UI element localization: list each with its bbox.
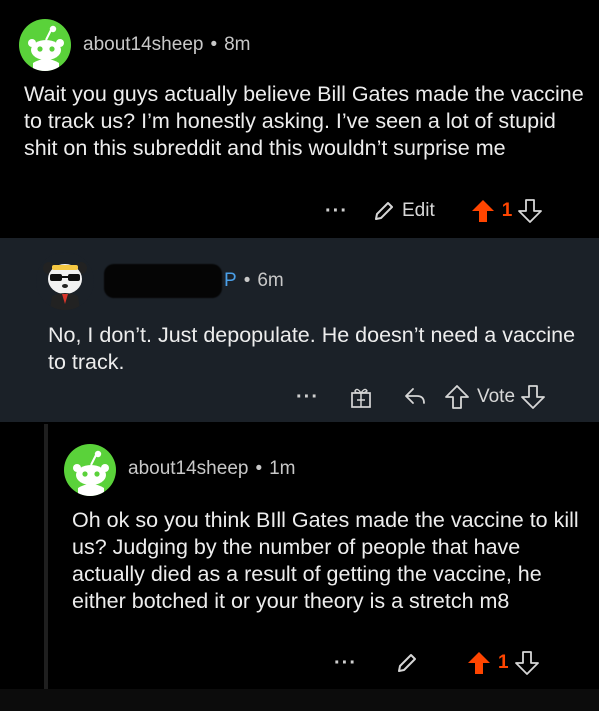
comment-2: P • 6m No, I don’t. Just depopulate. He do… [0,238,599,422]
comment-actions: ··· Vote [296,384,545,410]
snoo-avatar-icon [28,25,64,71]
thread-line[interactable] [44,424,48,689]
downvote-icon[interactable] [521,384,545,410]
user-avatar[interactable] [64,444,116,496]
redacted-username [104,264,222,298]
username[interactable]: about14sheep [83,34,203,55]
comment-meta: about14sheep • 8m [83,34,251,56]
username[interactable]: about14sheep [128,458,248,479]
comment-meta: P • 6m [104,264,284,298]
meta-separator: • [243,270,251,292]
user-avatar[interactable] [36,252,94,310]
comment-body: No, I don’t. Just depopulate. He doesn’t… [48,323,576,374]
more-options-button[interactable]: ··· [334,652,357,675]
vote-score: 1 [497,652,509,673]
timestamp: 8m [224,34,251,55]
comment-actions: ··· Edit 1 [325,198,543,224]
upvote-icon[interactable] [471,198,495,224]
more-options-button[interactable]: ··· [296,386,319,409]
pencil-icon[interactable] [372,199,396,223]
comment-1: about14sheep • 8m Wait you guys actually b… [0,0,599,236]
vote-button[interactable]: Vote [477,386,515,408]
meta-separator: • [255,458,263,479]
downvote-icon[interactable] [518,198,543,224]
upvote-icon[interactable] [467,650,491,676]
timestamp: 1m [269,458,296,479]
comment-actions: ··· 1 [334,650,539,676]
comment-body: Oh ok so you think BIll Gates made the v… [72,508,579,613]
user-avatar[interactable] [19,19,71,71]
panda-sunglasses-avatar-icon [36,252,94,310]
comment-meta: about14sheep • 1m [128,458,296,480]
snoo-avatar-icon [73,450,109,496]
comment-body: Wait you guys actually believe Bill Gate… [24,82,584,160]
upvote-icon[interactable] [445,384,469,410]
comment-3: about14sheep • 1m Oh ok so you think BIll … [0,424,599,689]
timestamp: 6m [257,270,284,292]
vote-score: 1 [501,200,513,221]
more-options-button[interactable]: ··· [325,200,348,223]
bottom-bar [0,689,599,711]
gift-award-icon[interactable] [349,385,373,409]
downvote-icon[interactable] [514,650,539,676]
edit-button[interactable]: Edit [402,200,435,222]
pencil-icon[interactable] [395,651,419,675]
reply-arrow-icon[interactable] [403,386,427,408]
meta-separator: • [210,34,218,55]
username-visible-part[interactable]: P [224,270,237,291]
